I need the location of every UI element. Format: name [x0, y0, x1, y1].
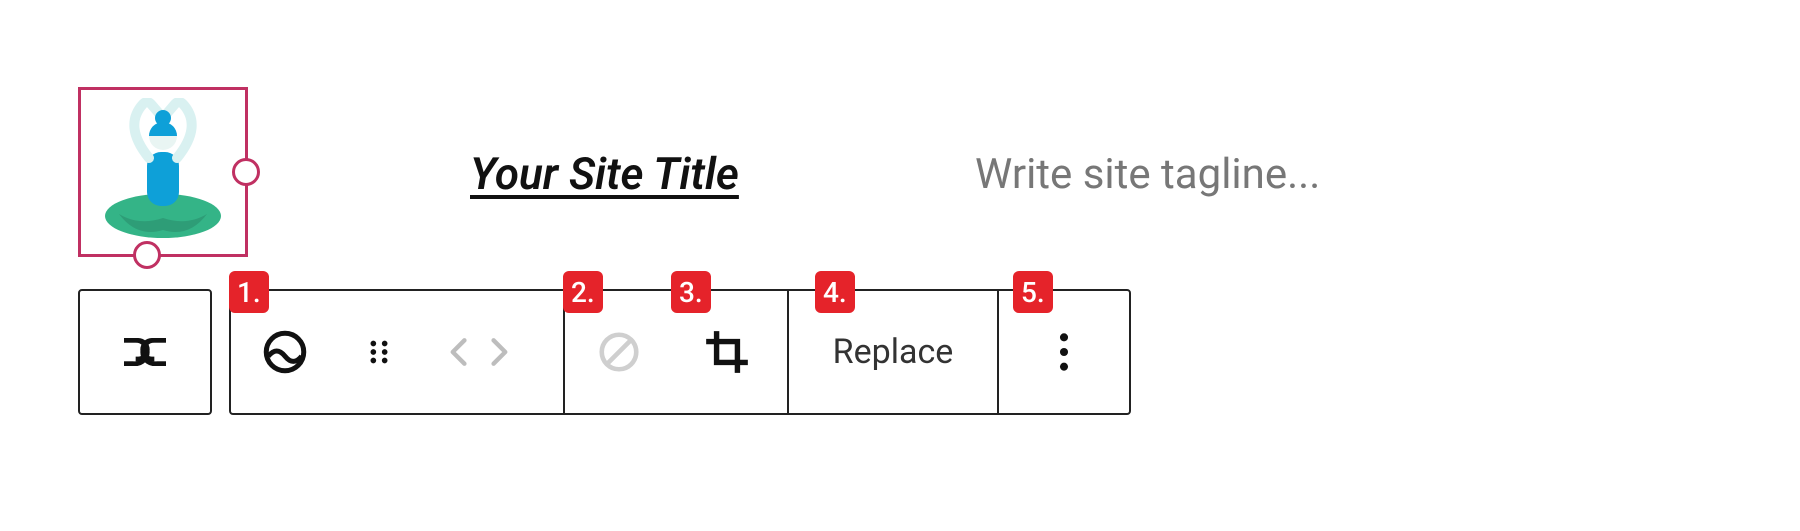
replace-button-label: Replace [833, 332, 954, 372]
resize-handle-bottom[interactable] [133, 241, 161, 269]
kebab-menu-icon [1058, 330, 1070, 374]
block-toolbar: 1. 2. [229, 289, 1131, 415]
site-logo-image [89, 98, 237, 246]
move-arrows-icon [444, 330, 514, 374]
crop-icon [702, 327, 752, 377]
move-block-button[interactable] [419, 291, 539, 413]
toolbar-parent-box [78, 289, 212, 415]
drag-handle[interactable] [339, 291, 419, 413]
site-tagline-input[interactable]: Write site tagline... [975, 150, 1320, 199]
no-link-icon [596, 329, 642, 375]
site-logo-block-icon [260, 327, 310, 377]
select-parent-button[interactable] [80, 291, 210, 413]
annotation-5: 5. [1013, 271, 1053, 313]
site-logo-block[interactable] [78, 87, 248, 257]
site-title-link[interactable]: Your Site Title [470, 148, 739, 200]
select-parent-icon [117, 324, 173, 380]
drag-handle-icon [362, 335, 396, 369]
annotation-1: 1. [229, 271, 269, 313]
resize-handle-right[interactable] [232, 158, 260, 186]
annotation-3: 3. [671, 271, 711, 313]
annotation-2: 2. [563, 271, 603, 313]
annotation-4: 4. [815, 271, 855, 313]
